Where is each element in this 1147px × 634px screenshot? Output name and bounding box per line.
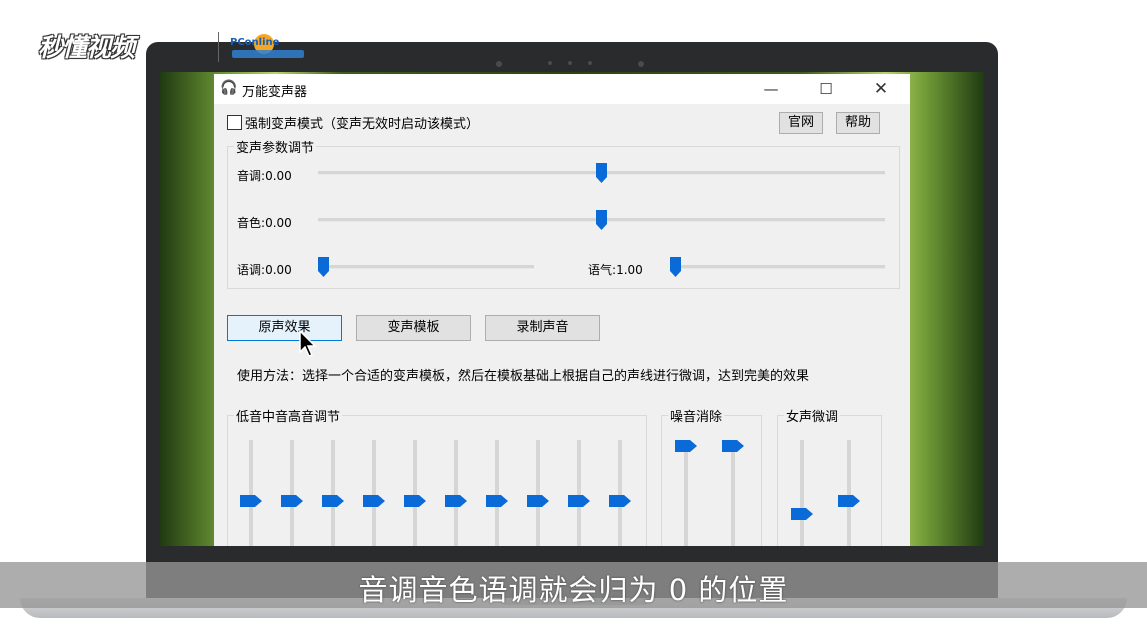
- female-tuning-1-slider-track[interactable]: [800, 440, 804, 546]
- breath-slider-thumb[interactable]: [670, 257, 681, 277]
- headphones-icon: 🎧: [220, 80, 238, 96]
- webcam-strip: [490, 58, 660, 70]
- eq-band-3-slider-track[interactable]: [331, 440, 335, 546]
- eq-band-6-slider-thumb[interactable]: [445, 495, 467, 507]
- timbre-slider-thumb[interactable]: [596, 210, 607, 230]
- record-voice-button[interactable]: 录制声音: [485, 315, 600, 341]
- eq-band-6-slider-track[interactable]: [454, 440, 458, 546]
- eq-band-9-slider-thumb[interactable]: [568, 495, 590, 507]
- noise-reduction-title: 噪音消除: [668, 406, 725, 425]
- voice-template-button[interactable]: 变声模板: [356, 315, 471, 341]
- webcam-dot: [568, 61, 572, 65]
- noise-reduction-group: [661, 415, 762, 546]
- timbre-label: 音色:0.00: [237, 216, 292, 230]
- eq-band-9-slider-track[interactable]: [577, 440, 581, 546]
- breath-value: 1.00: [616, 263, 643, 277]
- female-tuning-title: 女声微调: [784, 406, 841, 425]
- pitch-value: 0.00: [265, 169, 292, 183]
- force-mode-checkbox[interactable]: [227, 115, 242, 130]
- subtitle-caption: 音调音色语调就会归为 0 的位置: [358, 573, 789, 607]
- webcam-dot: [588, 61, 592, 65]
- eq-band-3-slider-thumb[interactable]: [322, 495, 344, 507]
- female-tuning-1-slider-thumb[interactable]: [791, 508, 813, 520]
- breath-slider-track[interactable]: [670, 265, 885, 269]
- usage-instructions: 使用方法：选择一个合适的变声模板，然后在模板基础上根据自己的声线进行微调，达到完…: [237, 369, 810, 384]
- eq-band-8-slider-thumb[interactable]: [527, 495, 549, 507]
- female-tuning-2-slider-track[interactable]: [847, 440, 851, 546]
- close-button[interactable]: ✕: [866, 78, 896, 100]
- noise-reduction-2-slider-thumb[interactable]: [722, 440, 744, 452]
- eq-band-7-slider-thumb[interactable]: [486, 495, 508, 507]
- eq-band-1-slider-track[interactable]: [249, 440, 253, 546]
- noise-reduction-2-slider-track[interactable]: [731, 440, 735, 546]
- eq-band-2-slider-thumb[interactable]: [281, 495, 303, 507]
- female-tuning-group: [777, 415, 882, 546]
- pitch-slider-thumb[interactable]: [596, 163, 607, 183]
- intonation-slider-thumb[interactable]: [318, 257, 329, 277]
- eq-band-8-slider-track[interactable]: [536, 440, 540, 546]
- intonation-label: 语调:0.00: [237, 263, 292, 277]
- webcam-dot: [496, 61, 502, 67]
- mouse-cursor-icon: [299, 329, 319, 358]
- window-title: 万能变声器: [242, 85, 308, 100]
- female-tuning-2-slider-thumb[interactable]: [838, 495, 860, 507]
- webcam-dot: [548, 61, 552, 65]
- intonation-slider-track[interactable]: [318, 265, 534, 269]
- official-site-button[interactable]: 官网: [779, 112, 823, 134]
- help-button[interactable]: 帮助: [836, 112, 880, 134]
- eq-band-7-slider-track[interactable]: [495, 440, 499, 546]
- original-voice-button[interactable]: 原声效果: [227, 315, 342, 341]
- intonation-value: 0.00: [265, 263, 292, 277]
- timbre-value: 0.00: [265, 216, 292, 230]
- voice-changer-window: 🎧 万能变声器 — ☐ ✕ 强制变声模式（变声无效时启动该模式） 官网 帮助 变…: [214, 74, 910, 546]
- minimize-button[interactable]: —: [756, 78, 786, 100]
- pitch-label: 音调:0.00: [237, 169, 292, 183]
- eq-band-5-slider-track[interactable]: [413, 440, 417, 546]
- force-mode-label[interactable]: 强制变声模式（变声无效时启动该模式）: [245, 113, 479, 132]
- eq-band-10-slider-thumb[interactable]: [609, 495, 631, 507]
- noise-reduction-1-slider-thumb[interactable]: [675, 440, 697, 452]
- eq-band-2-slider-track[interactable]: [290, 440, 294, 546]
- maximize-button[interactable]: ☐: [811, 78, 841, 100]
- eq-band-4-slider-track[interactable]: [372, 440, 376, 546]
- webcam-dot: [638, 61, 644, 67]
- equalizer-title: 低音中音高音调节: [234, 406, 343, 425]
- eq-band-10-slider-track[interactable]: [618, 440, 622, 546]
- logo-divider: [218, 32, 219, 62]
- partner-logo-text: PConline: [230, 37, 280, 48]
- title-bar[interactable]: 🎧 万能变声器 — ☐ ✕: [214, 74, 910, 104]
- voice-params-title: 变声参数调节: [234, 137, 317, 156]
- noise-reduction-1-slider-track[interactable]: [684, 440, 688, 546]
- breath-label: 语气:1.00: [588, 263, 643, 277]
- eq-band-4-slider-thumb[interactable]: [363, 495, 385, 507]
- eq-band-1-slider-thumb[interactable]: [240, 495, 262, 507]
- site-logo: 秒懂视频: [38, 33, 135, 62]
- eq-band-5-slider-thumb[interactable]: [404, 495, 426, 507]
